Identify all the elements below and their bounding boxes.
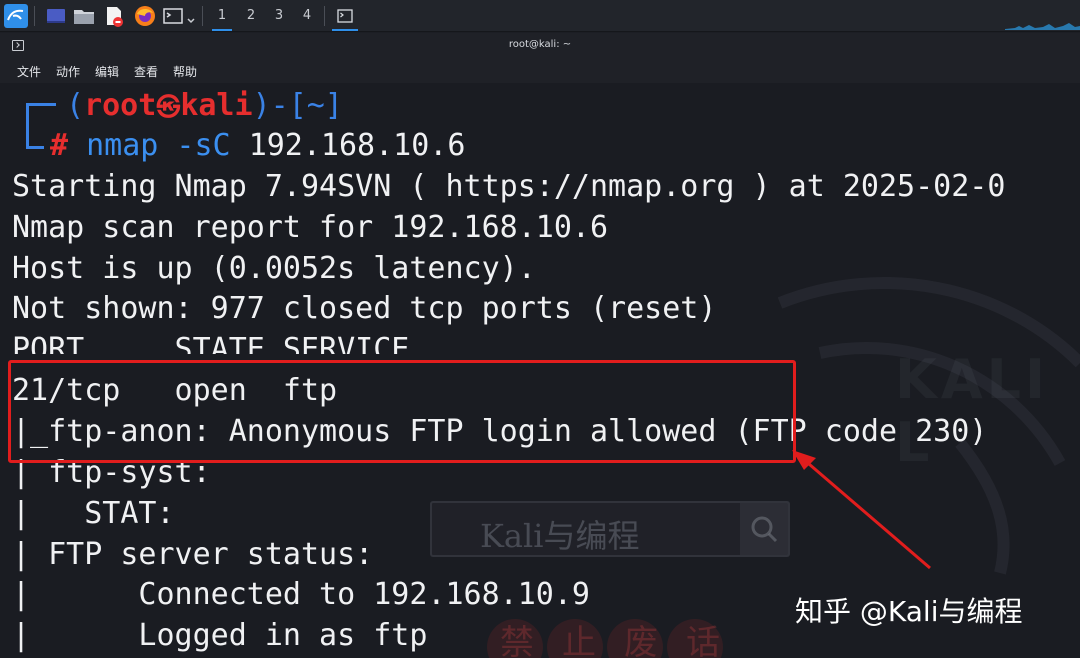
text-editor-icon[interactable] [102, 4, 126, 28]
output-line: | Connected to 192.168.10.9 [12, 577, 590, 612]
annotation-arrow-icon [792, 450, 931, 570]
file-manager-icon[interactable] [72, 4, 96, 28]
command-arg: 192.168.10.6 [248, 128, 466, 163]
watermark-search-text: Kali与编程 [480, 517, 640, 555]
terminal-icon[interactable] [162, 4, 186, 28]
watermark-stamp-text: 禁止废话 [500, 623, 748, 658]
command-text: nmap -sC [86, 128, 231, 163]
output-line: | Logged in as ftp [12, 618, 428, 653]
kali-menu-icon[interactable] [4, 4, 28, 28]
firefox-icon[interactable] [133, 4, 157, 28]
terminal-output[interactable]: KALI L Kali与编程 禁止废话 (root㉿kali)-[~] # nm… [0, 83, 1080, 658]
menubar: 文件 动作 编辑 查看 帮助 [0, 59, 1080, 83]
output-line: Not shown: 977 closed tcp ports (reset) [12, 291, 717, 326]
menu-actions[interactable]: 动作 [56, 63, 80, 80]
output-line: | STAT: [12, 496, 175, 531]
workspace-2[interactable]: 2 [237, 0, 265, 32]
zhihu-brand-watermark: 知乎 @Kali与编程 [795, 595, 1023, 628]
command-line: # nmap -sC 192.168.10.6 [50, 126, 465, 166]
taskbar: 1 2 3 4 [0, 0, 1080, 32]
watermark-search-box: Kali与编程 [430, 501, 790, 557]
window-titlebar: root@kali: ~ [0, 33, 1080, 59]
window-title: root@kali: ~ [508, 39, 572, 50]
prompt-corner-top [26, 103, 56, 119]
taskbar-separator [324, 6, 325, 26]
prompt-user: root [84, 88, 157, 123]
prompt-hash: # [50, 128, 69, 163]
workspace-4[interactable]: 4 [293, 0, 321, 32]
output-line: Starting Nmap 7.94SVN ( https://nmap.org… [12, 169, 1006, 204]
workspace-1[interactable]: 1 [208, 0, 236, 32]
prompt-at-symbol: ㉿ [156, 93, 181, 121]
chevron-down-icon[interactable] [186, 11, 196, 24]
taskbar-separator [202, 6, 203, 26]
taskbar-separator [34, 6, 35, 26]
prompt-line: (root㉿kali)-[~] [66, 88, 343, 123]
prompt-cwd: )-[~] [252, 88, 343, 123]
prompt-corner-bottom [26, 119, 44, 149]
output-line: | FTP server status: [12, 537, 374, 572]
highlight-annotation-box [8, 360, 796, 463]
menu-file[interactable]: 文件 [17, 63, 41, 80]
menu-help[interactable]: 帮助 [173, 63, 197, 80]
workspace-3[interactable]: 3 [265, 0, 293, 32]
output-line: Nmap scan report for 192.168.10.6 [12, 210, 609, 245]
cpu-graph-icon [1005, 23, 1080, 30]
output-line: Host is up (0.0052s latency). [12, 251, 536, 286]
menu-view[interactable]: 查看 [134, 63, 158, 80]
desktop-icon[interactable] [44, 4, 68, 28]
output-line: PORT STATE SERVICE [12, 332, 410, 354]
prompt-host: kali [180, 88, 253, 123]
taskbar-terminal-task[interactable] [330, 0, 360, 32]
menu-edit[interactable]: 编辑 [95, 63, 119, 80]
